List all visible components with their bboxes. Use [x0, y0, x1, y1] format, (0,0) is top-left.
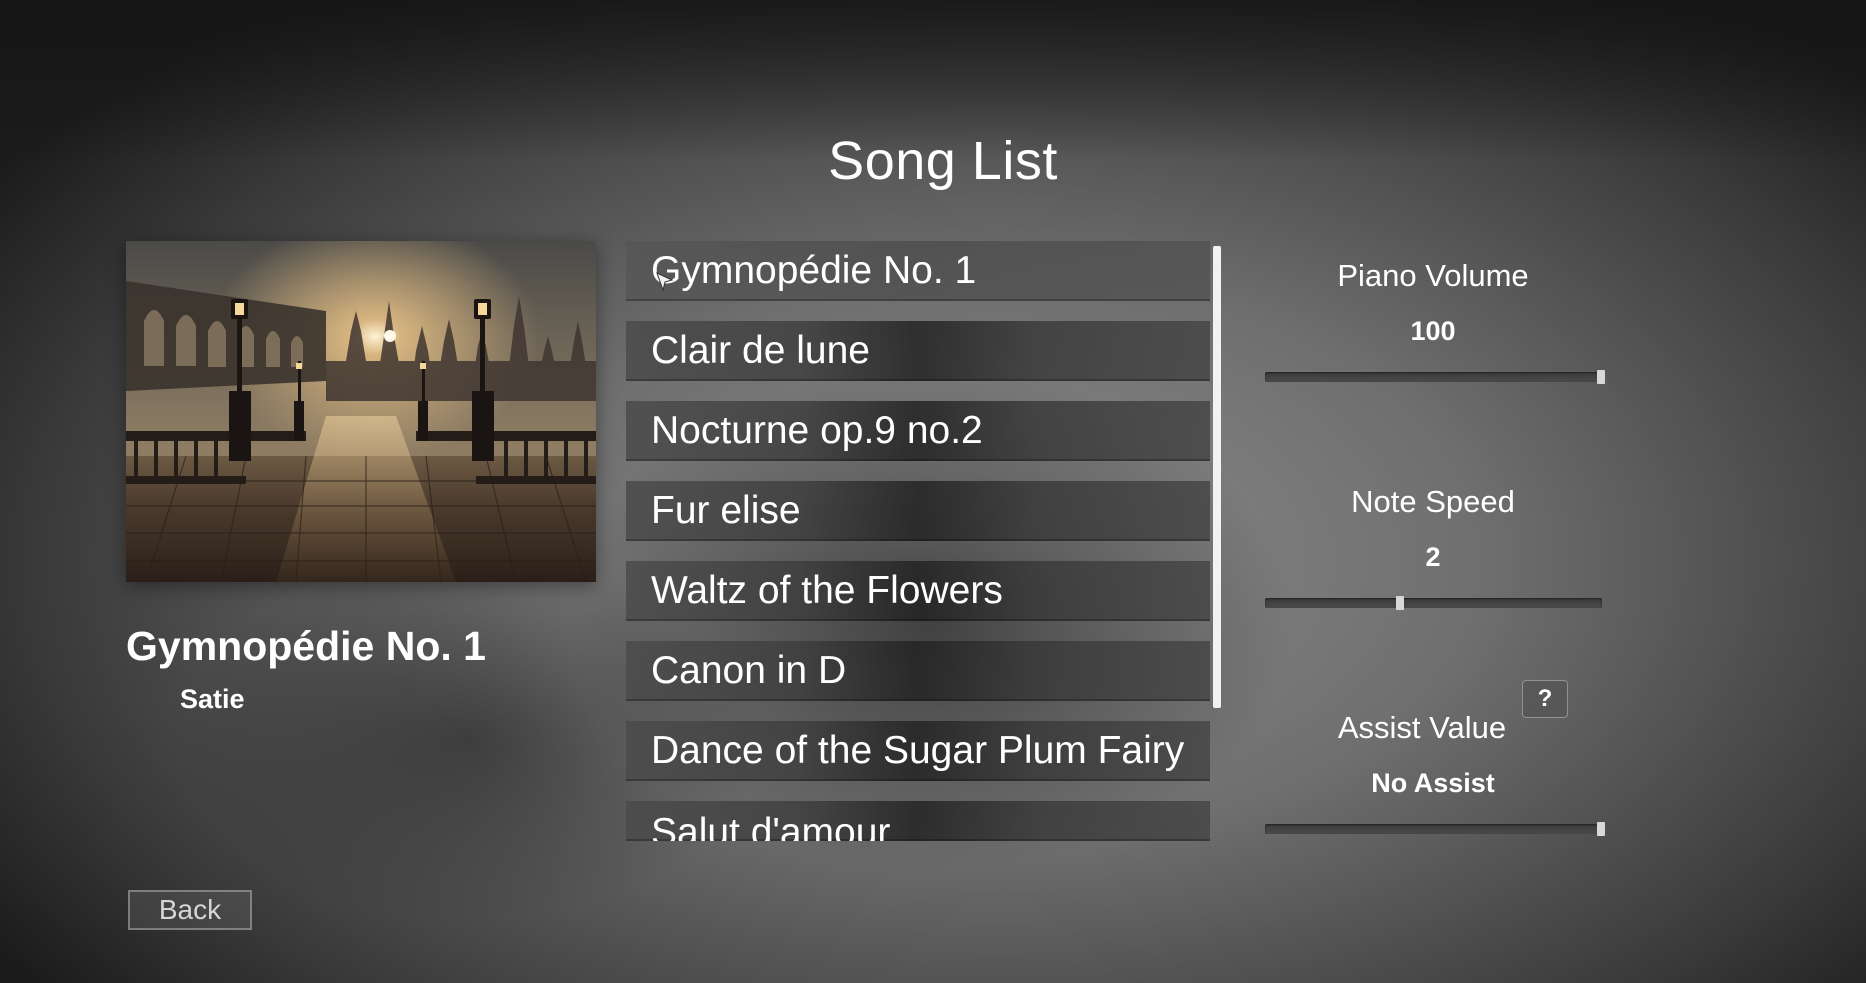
song-list-item[interactable]: Waltz of the Flowers	[626, 561, 1210, 621]
song-cover-art	[126, 241, 596, 582]
back-button[interactable]: Back	[128, 890, 252, 930]
song-list-item[interactable]: Clair de lune	[626, 321, 1210, 381]
piano-volume-slider[interactable]	[1265, 370, 1605, 384]
mouse-pointer-icon	[656, 272, 674, 292]
song-list-item[interactable]: Gymnopédie No. 1	[626, 241, 1210, 301]
song-list[interactable]: Gymnopédie No. 1 Clair de lune Nocturne …	[626, 241, 1210, 841]
song-select-screen: Song List Gymnopédie No. 1 Satie Gymnopé…	[0, 0, 1866, 983]
selected-song-title: Gymnopédie No. 1	[126, 623, 486, 669]
piano-volume-label: Piano Volume	[1337, 258, 1529, 293]
page-title: Song List	[828, 131, 1058, 191]
note-speed-slider-thumb[interactable]	[1395, 596, 1404, 610]
song-list-item[interactable]: Salut d'amour	[626, 801, 1210, 841]
note-speed-value: 2	[1425, 542, 1441, 572]
song-list-item[interactable]: Fur elise	[626, 481, 1210, 541]
assist-value-label: Assist Value	[1337, 710, 1507, 745]
cover-illustration	[126, 241, 596, 582]
song-list-item[interactable]: Nocturne op.9 no.2	[626, 401, 1210, 461]
song-list-item[interactable]: Canon in D	[626, 641, 1210, 701]
song-list-scrollbar[interactable]	[1213, 246, 1221, 708]
piano-volume-slider-thumb[interactable]	[1597, 370, 1605, 384]
note-speed-slider[interactable]	[1265, 596, 1602, 610]
piano-volume-value: 100	[1410, 316, 1456, 346]
selected-song-composer: Satie	[180, 684, 245, 714]
assist-value-slider-thumb[interactable]	[1597, 822, 1605, 836]
assist-value-value: No Assist	[1371, 768, 1495, 798]
note-speed-label: Note Speed	[1351, 484, 1515, 519]
song-list-item[interactable]: Dance of the Sugar Plum Fairy	[626, 721, 1210, 781]
assist-value-slider[interactable]	[1265, 822, 1605, 836]
